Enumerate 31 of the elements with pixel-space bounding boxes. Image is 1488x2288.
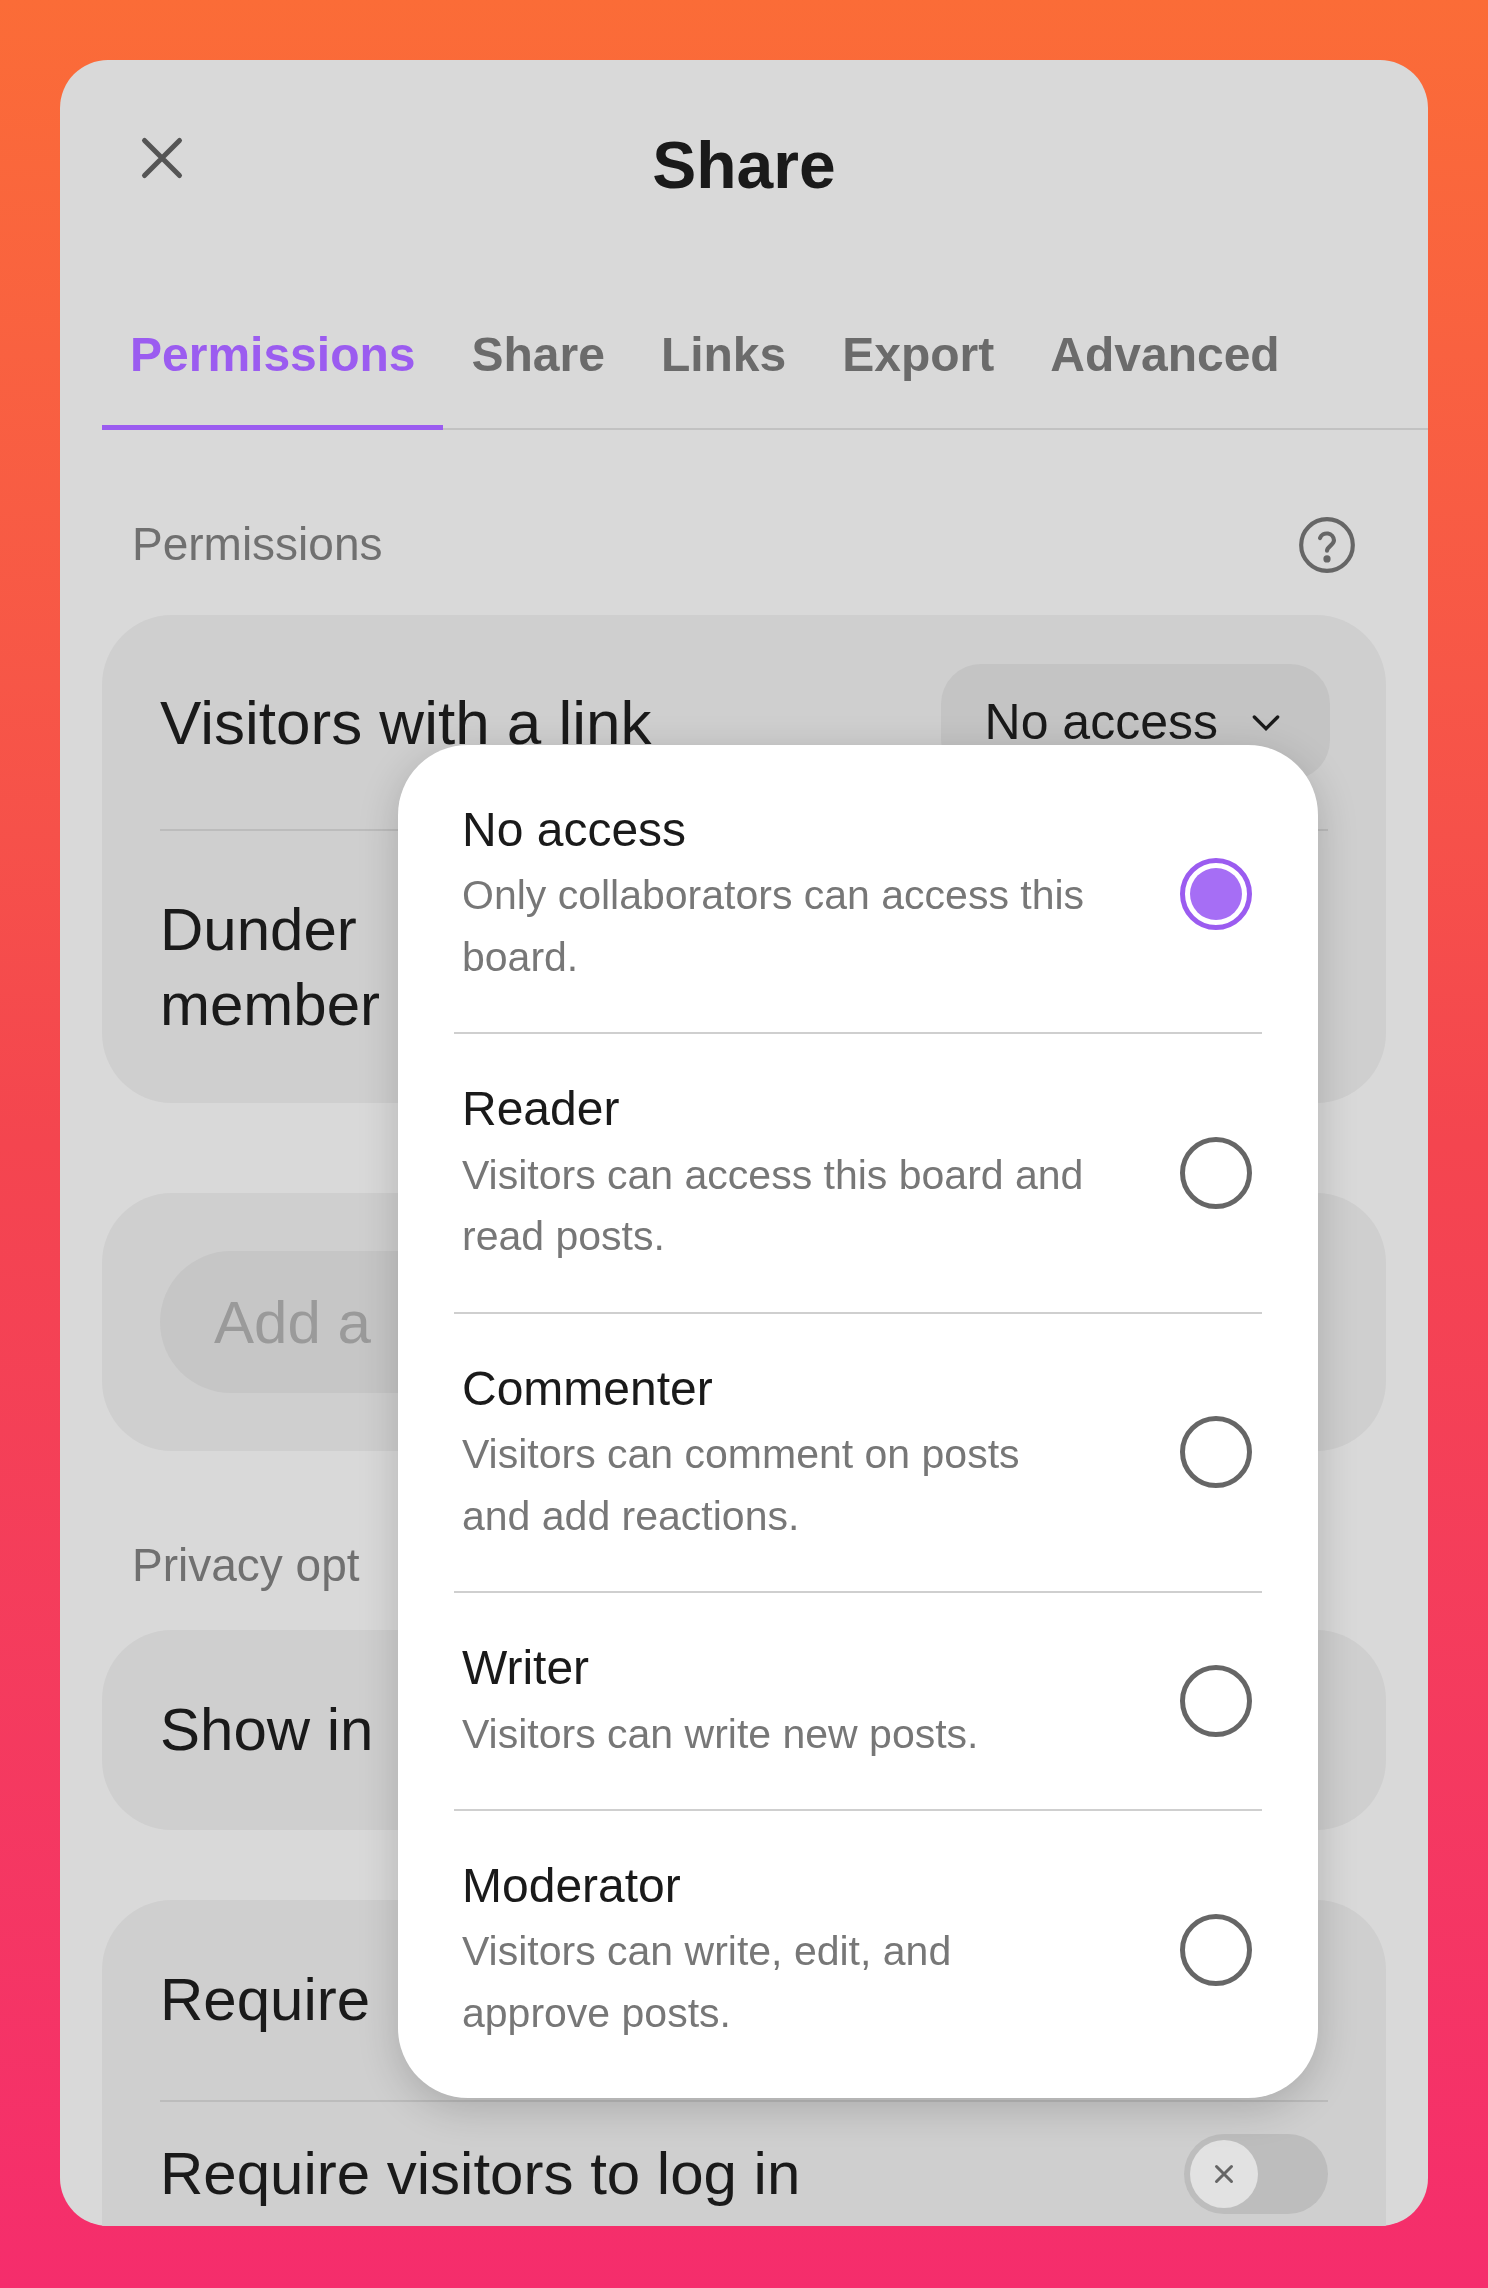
section-label: Privacy opt (132, 1539, 360, 1591)
option-title: No access (462, 802, 688, 858)
option-title: Writer (462, 1640, 591, 1697)
option-title: Commenter (462, 1360, 714, 1417)
access-option[interactable]: Writer Visitors can write new posts. (454, 1593, 1262, 1812)
option-description: Visitors can comment on posts and add reactions. (462, 1430, 1021, 1541)
radio-button[interactable] (1180, 857, 1252, 930)
row-label: Show in (160, 1695, 374, 1765)
option-description: Visitors can write new posts. (462, 1709, 980, 1759)
access-option[interactable]: Reader Visitors can access this board and read posts. (454, 1034, 1262, 1314)
tab[interactable]: Export (814, 319, 1023, 430)
tab[interactable]: Share (443, 319, 633, 430)
access-option[interactable]: No access Only collaborators can access this board. (454, 755, 1262, 1035)
option-description: Visitors can write, edit, and approve posts. (462, 1927, 953, 2038)
row-label: Require visitors to log in (160, 2139, 801, 2209)
access-option[interactable]: Moderator Visitors can write, edit, and approve posts. (454, 1811, 1262, 2089)
row-label: Require (160, 1965, 371, 2035)
access-option[interactable]: Commenter Visitors can comment on posts and add reactions. (454, 1313, 1262, 1594)
tab[interactable]: Advanced (1022, 319, 1308, 430)
option-title: Reader (462, 1081, 621, 1138)
dialog-title: Share (652, 126, 836, 204)
radio-button[interactable] (1180, 1416, 1252, 1489)
option-title: Moderator (462, 1858, 682, 1915)
radio-button[interactable] (1180, 1137, 1252, 1210)
section-label: Permissions (132, 517, 383, 572)
tab[interactable]: Links (632, 319, 815, 430)
radio-button[interactable] (1180, 1913, 1252, 1986)
radio-button[interactable] (1180, 1665, 1252, 1738)
option-description: Only collaborators can access this board. (462, 871, 1086, 982)
row-label: Dunder member (160, 895, 382, 1040)
option-description: Visitors can access this board and read posts. (462, 1150, 1085, 1262)
